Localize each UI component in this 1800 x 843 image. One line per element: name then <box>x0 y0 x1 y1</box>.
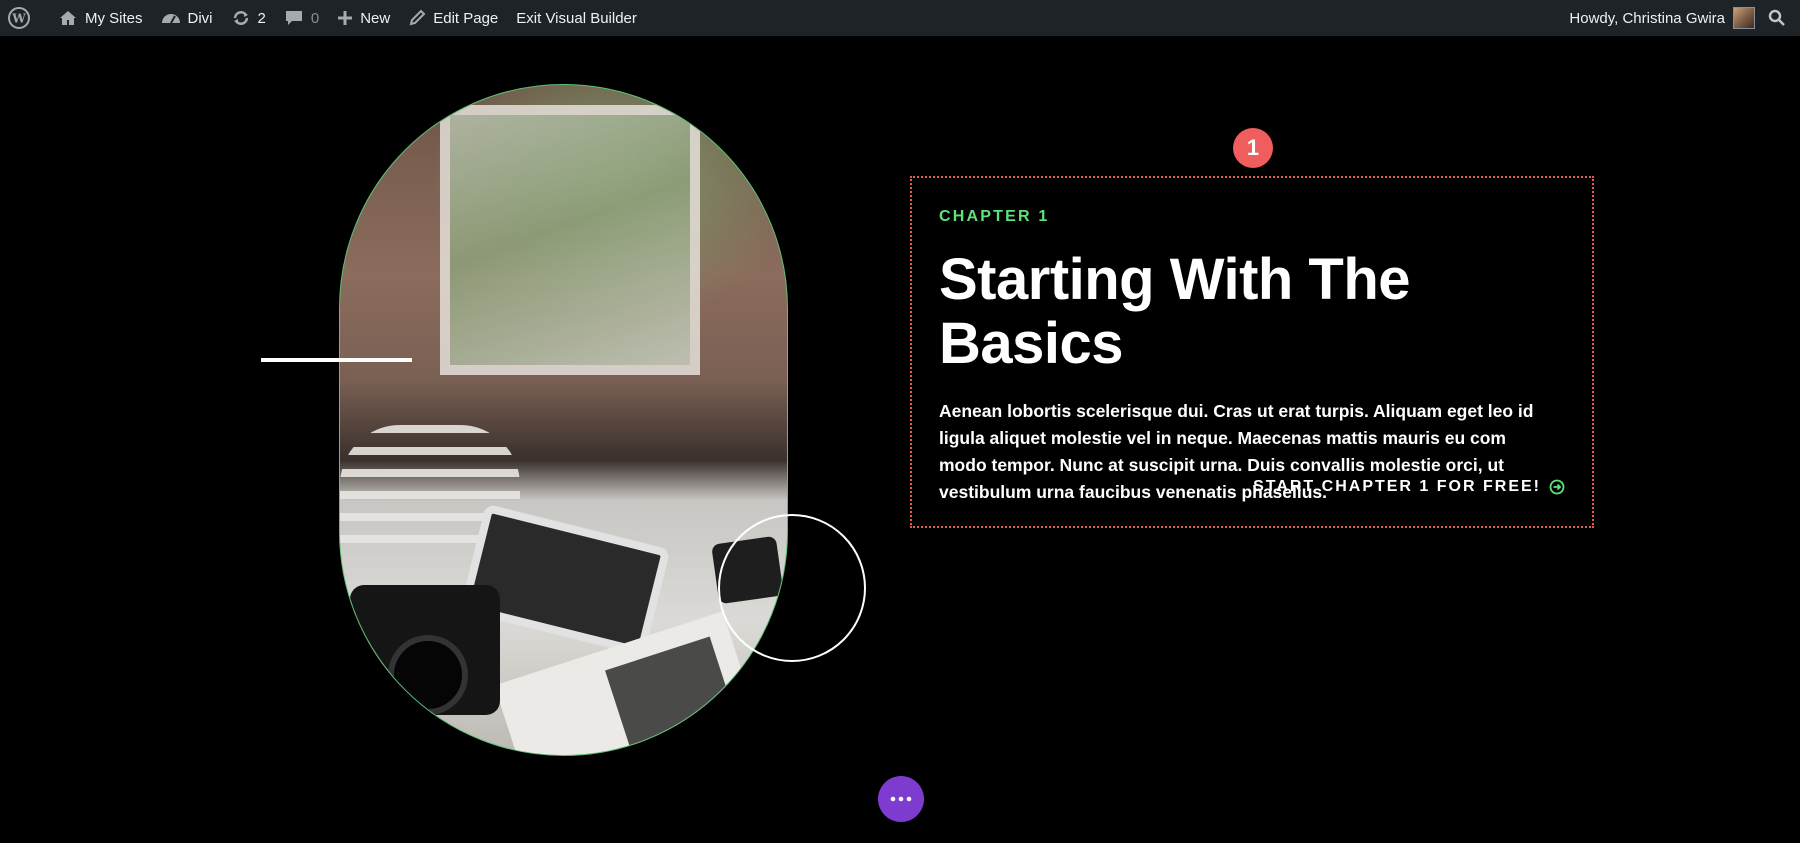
svg-text:W: W <box>11 12 26 26</box>
more-dots-icon <box>890 796 912 802</box>
avatar <box>1733 7 1755 29</box>
comments-count: 0 <box>310 9 320 27</box>
new-content-menu[interactable]: New <box>328 0 399 36</box>
arrow-circle-icon <box>1549 479 1565 495</box>
updates-icon <box>231 9 251 27</box>
wp-admin-bar: W My Sites Divi 2 0 New Edit Page Exit V… <box>0 0 1800 36</box>
my-sites-menu[interactable]: My Sites <box>49 0 152 36</box>
greeting-label: Howdy, Christina Gwira <box>1569 9 1725 27</box>
start-chapter-link[interactable]: START CHAPTER 1 FOR FREE! <box>1253 478 1565 496</box>
camera-illustration <box>350 585 500 715</box>
chapter-label: CHAPTER 1 <box>939 208 1050 225</box>
search-button[interactable] <box>1759 0 1790 36</box>
exit-visual-builder-label: Exit Visual Builder <box>516 9 637 27</box>
divi-menu[interactable]: Divi <box>152 0 222 36</box>
home-icon <box>58 9 78 27</box>
updates-menu[interactable]: 2 <box>222 0 275 36</box>
builder-more-button[interactable] <box>878 776 924 822</box>
plus-icon <box>337 10 353 26</box>
new-label: New <box>360 9 391 27</box>
admin-bar-right: Howdy, Christina Gwira <box>1560 0 1800 36</box>
updates-count: 2 <box>257 9 266 27</box>
my-sites-label: My Sites <box>85 9 143 27</box>
pencil-icon <box>408 9 426 27</box>
decorative-line <box>261 358 412 362</box>
module-number-badge[interactable]: 1 <box>1233 128 1273 168</box>
comment-icon <box>284 9 304 27</box>
exit-visual-builder-link[interactable]: Exit Visual Builder <box>507 0 646 36</box>
text-module[interactable]: CHAPTER 1 Starting With The Basics Aenea… <box>910 176 1594 528</box>
section-heading: Starting With The Basics <box>939 247 1411 376</box>
admin-bar-left: W My Sites Divi 2 0 New Edit Page Exit V… <box>0 0 646 36</box>
hero-image <box>339 84 788 756</box>
search-icon <box>1768 9 1786 27</box>
wordpress-logo-icon: W <box>8 7 30 29</box>
start-chapter-label: START CHAPTER 1 FOR FREE! <box>1253 478 1541 495</box>
edit-page-label: Edit Page <box>433 9 499 27</box>
divi-label: Divi <box>187 9 213 27</box>
wordpress-logo-button[interactable]: W <box>0 0 49 36</box>
comments-menu[interactable]: 0 <box>275 0 328 36</box>
dashboard-icon <box>161 9 181 27</box>
edit-page-link[interactable]: Edit Page <box>399 0 507 36</box>
decorative-circle <box>718 514 866 662</box>
window-illustration <box>440 105 700 375</box>
account-menu[interactable]: Howdy, Christina Gwira <box>1560 0 1759 36</box>
